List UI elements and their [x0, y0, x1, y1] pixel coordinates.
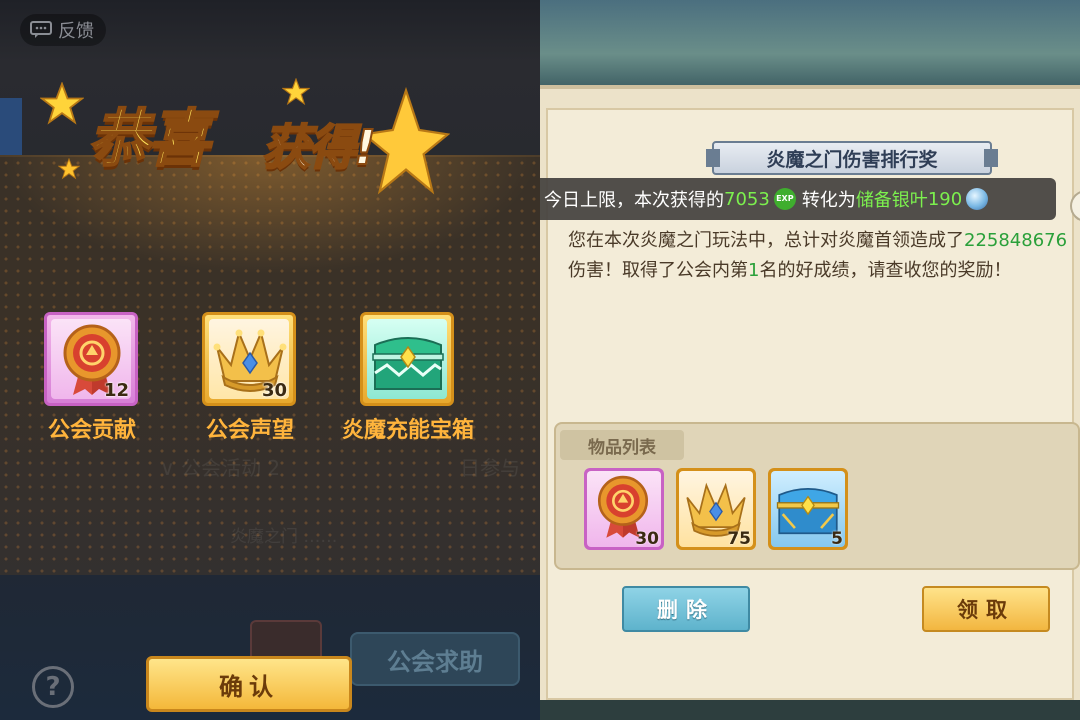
exp-value: 7053 — [724, 188, 770, 210]
feedback-button[interactable]: 反馈 — [20, 14, 106, 46]
reward-label: 炎魔充能宝箱 — [341, 418, 474, 443]
mail-panel: 炎魔之门伤害排行奖 今日上限，本次获得的 7053 EXP 转化为 储备银叶 1… — [540, 0, 1080, 720]
reward-popup-panel: 反馈 恭喜 获得! ∨ 公会活动 2 日参与 炎魔之门 …… 12 公会贡献 3… — [0, 0, 540, 720]
background-text: 日参与 — [460, 456, 520, 480]
background-scene — [540, 0, 1080, 90]
conversion-toast: 今日上限，本次获得的 7053 EXP 转化为 储备银叶 190 — [540, 178, 1056, 220]
feedback-label: 反馈 — [58, 21, 94, 42]
star-icon — [40, 82, 84, 125]
toast-prefix: 今日上限，本次获得的 — [544, 190, 724, 211]
delete-button[interactable]: 删除 — [622, 586, 750, 632]
star-icon — [58, 158, 80, 180]
item-count: 75 — [727, 529, 751, 549]
background-text: 炎魔之门 …… — [230, 527, 338, 547]
item-count: 5 — [831, 529, 843, 549]
mail-title-text: 炎魔之门伤害排行奖 — [766, 148, 938, 171]
star-icon — [282, 78, 310, 106]
attachment-item[interactable]: 75 — [676, 468, 756, 550]
reward-item[interactable]: 12 公会贡献 — [44, 312, 140, 444]
body-line-1: 您在本次炎魔之门玩法中，总计对炎魔首领造成了 — [568, 230, 964, 251]
toast-mid: 转化为 — [801, 190, 856, 211]
item-slot[interactable]: 12 — [44, 312, 138, 406]
item-slot[interactable]: 30 — [202, 312, 296, 406]
reserve-label: 储备银叶 — [855, 190, 928, 211]
reward-item[interactable]: 炎魔充能宝箱 — [342, 312, 474, 444]
reserve-value: 190 — [927, 188, 963, 210]
reward-label: 公会贡献 — [47, 418, 136, 443]
attachment-item[interactable]: 30 — [584, 468, 664, 550]
item-count: 12 — [103, 380, 129, 401]
big-star-icon — [362, 86, 450, 195]
exp-icon: EXP — [773, 188, 796, 210]
attachment-item[interactable]: 5 — [768, 468, 848, 550]
title-part-2: 获得! — [261, 119, 377, 177]
guild-help-button[interactable]: 公会求助 — [350, 632, 520, 686]
background-strip — [540, 700, 1080, 720]
item-count: 30 — [635, 529, 659, 549]
reward-item[interactable]: 30 公会声望 — [202, 312, 298, 444]
claim-button[interactable]: 领取 — [922, 586, 1050, 632]
rank-value: 1 — [748, 260, 760, 281]
body-line-3: 名的好成绩，请查收您的奖励！ — [759, 260, 1012, 281]
item-count: 30 — [261, 380, 287, 401]
background-text: ∨ 公会活动 2 — [160, 456, 281, 480]
title-part-1: 恭喜 — [87, 101, 211, 176]
teal-chest-icon — [372, 337, 444, 390]
item-slot[interactable] — [360, 312, 454, 406]
silver-leaf-orb-icon — [966, 188, 989, 210]
mail-body: 您在本次炎魔之门玩法中，总计对炎魔首领造成了225848676 伤害！取得了公会内… — [568, 226, 1068, 286]
chat-bubble-icon — [30, 21, 52, 38]
help-button[interactable]: ? — [32, 666, 74, 708]
background-decoration — [0, 98, 22, 158]
mail-title: 炎魔之门伤害排行奖 — [706, 141, 998, 175]
body-line-2: 伤害！取得了公会内第 — [568, 260, 748, 281]
damage-value: 225848676 — [964, 230, 1068, 251]
item-list-tab: 物品列表 — [560, 430, 684, 460]
reward-label: 公会声望 — [205, 418, 294, 443]
confirm-button[interactable]: 确认 — [146, 656, 352, 712]
